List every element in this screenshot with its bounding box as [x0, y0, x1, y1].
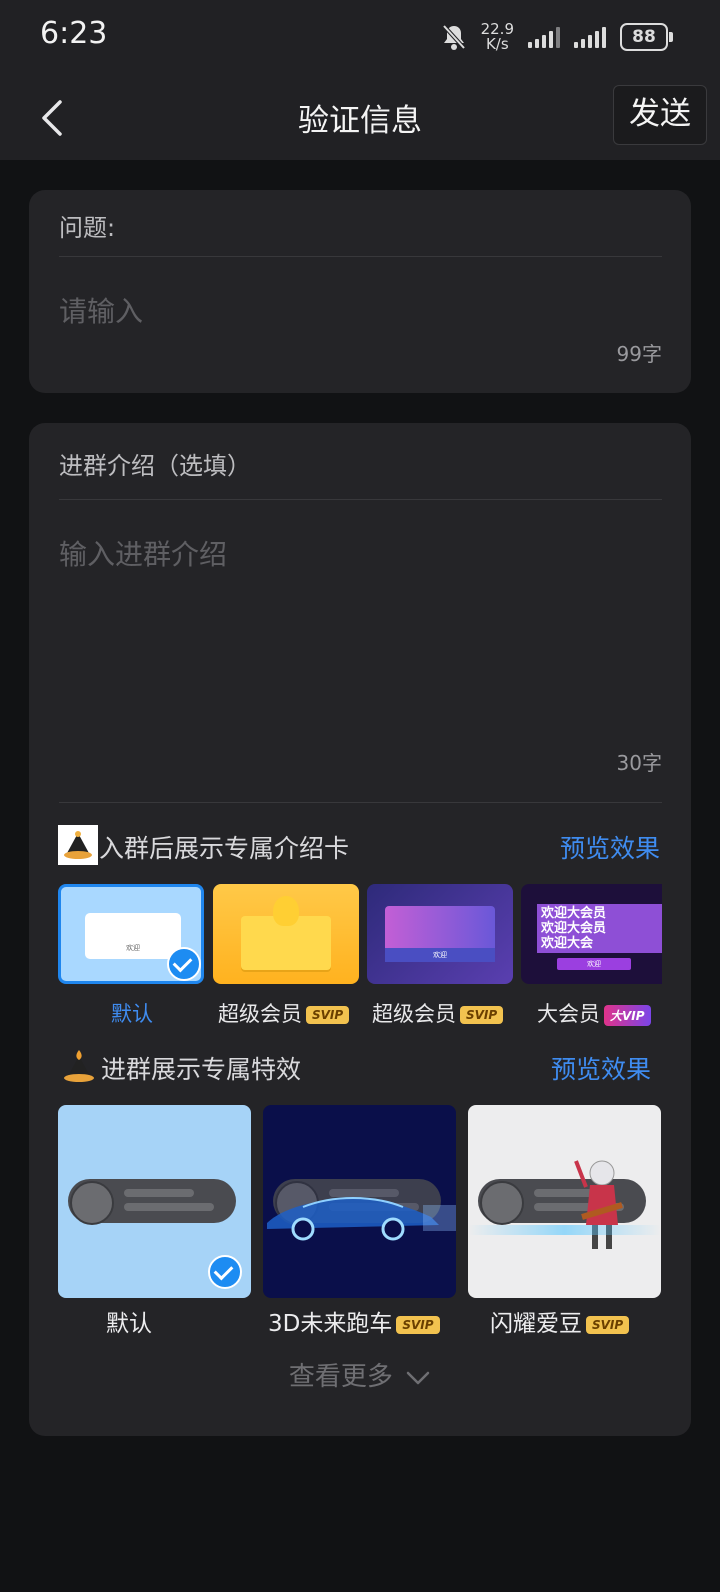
intro-card-caption-svip-2: 超级会员 SVIP: [372, 998, 504, 1028]
check-icon: [208, 1255, 242, 1289]
intro-card-section-icon: [58, 825, 98, 865]
effect-caption-idol: 闪耀爱豆 SVIP: [490, 1304, 630, 1338]
card-preview-text: 欢迎: [385, 948, 495, 962]
svip-badge: SVIP: [460, 1006, 504, 1024]
vip-badge: 大VIP: [604, 1004, 651, 1026]
effect-preview-link[interactable]: 预览效果: [551, 1050, 651, 1086]
intro-card-caption-default: 默认: [111, 1002, 153, 1026]
signal-icon: [528, 26, 560, 48]
divider: [59, 802, 662, 803]
page-title: 验证信息: [298, 103, 422, 139]
chevron-down-icon: [406, 1371, 430, 1384]
intro-card-section-title: 入群后展示专属介绍卡: [99, 834, 350, 863]
see-more-button[interactable]: 查看更多: [0, 1356, 720, 1393]
svip-badge: SVIP: [396, 1315, 440, 1334]
welcome-banner: 欢迎大会员 欢迎大会员 欢迎大会: [537, 904, 662, 953]
effect-option-default[interactable]: [58, 1105, 251, 1298]
intro-counter: 30字: [616, 751, 662, 775]
effect-section-icon: [64, 1050, 94, 1082]
intro-input[interactable]: 输入进群介绍: [59, 533, 659, 733]
intro-card-caption-vip: 大会员 大VIP: [537, 998, 651, 1028]
intro-label: 进群介绍（选填）: [59, 452, 251, 480]
effect-caption-default: 默认: [106, 1311, 152, 1337]
question-counter: 99字: [616, 342, 662, 366]
network-speed: 22.9 K/s: [481, 22, 514, 52]
speed-unit: K/s: [485, 35, 509, 53]
svip-badge: SVIP: [586, 1315, 630, 1334]
intro-card-option-vip[interactable]: 欢迎大会员 欢迎大会员 欢迎大会 欢迎: [521, 884, 662, 984]
effect-pill: [68, 1179, 236, 1225]
effect-option-car[interactable]: [263, 1105, 456, 1298]
intro-card-preview-link[interactable]: 预览效果: [560, 829, 660, 865]
signal-icon-2: [574, 26, 606, 48]
light-streak: [468, 1225, 661, 1235]
divider: [59, 256, 662, 257]
battery-icon: 88: [620, 23, 673, 51]
send-button[interactable]: 发送: [613, 85, 707, 145]
divider: [59, 499, 662, 500]
car-icon: [267, 1197, 456, 1241]
svip-badge: SVIP: [306, 1006, 350, 1024]
card-preview: 欢迎: [85, 913, 181, 959]
effect-option-idol[interactable]: [468, 1105, 661, 1298]
intro-card-option-svip-2[interactable]: 欢迎: [367, 884, 513, 984]
check-icon: [167, 947, 201, 981]
question-input[interactable]: 请输入: [59, 290, 659, 330]
card-preview-text: 欢迎: [557, 958, 631, 970]
intro-card-option-svip-1[interactable]: [213, 884, 359, 984]
effect-caption-car: 3D未来跑车 SVIP: [268, 1304, 440, 1338]
status-icons: 22.9 K/s 88: [441, 20, 673, 54]
mute-bell-icon: [442, 24, 466, 50]
effect-section-title: 进群展示专属特效: [101, 1055, 302, 1084]
question-label: 问题:: [59, 214, 116, 242]
status-time: 6:23: [40, 16, 108, 51]
intro-card-option-default[interactable]: 欢迎: [58, 884, 204, 984]
see-more-label: 查看更多: [288, 1362, 393, 1392]
mascot-icon: [273, 896, 299, 926]
intro-card-caption-svip-1: 超级会员 SVIP: [218, 998, 350, 1028]
idol-character-icon: [574, 1160, 623, 1249]
